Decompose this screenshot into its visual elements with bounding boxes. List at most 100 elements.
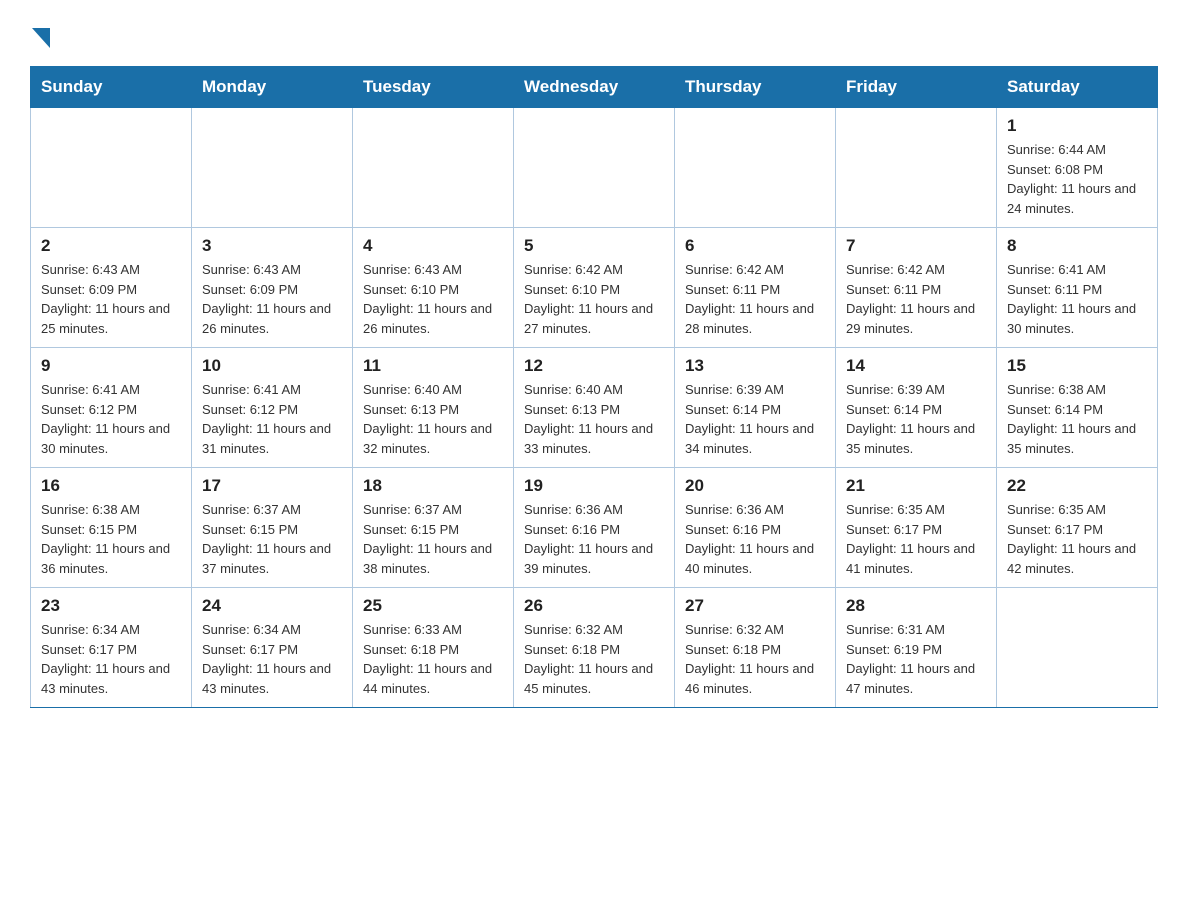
day-info: Sunrise: 6:34 AMSunset: 6:17 PMDaylight:… xyxy=(202,620,342,698)
calendar-cell: 3Sunrise: 6:43 AMSunset: 6:09 PMDaylight… xyxy=(192,228,353,348)
day-number: 16 xyxy=(41,476,181,496)
calendar-cell: 18 Sunrise: 6:37 AMSunset: 6:15 PMDayligh… xyxy=(353,468,514,588)
calendar-cell: 27 Sunrise: 6:32 AMSunset: 6:18 PMDayligh… xyxy=(675,588,836,708)
calendar-cell: 10Sunrise: 6:41 AMSunset: 6:12 PMDayligh… xyxy=(192,348,353,468)
calendar-cell: 1Sunrise: 6:44 AMSunset: 6:08 PMDaylight… xyxy=(997,108,1158,228)
day-number: 5 xyxy=(524,236,664,256)
day-header-monday: Monday xyxy=(192,67,353,108)
day-number: 27 xyxy=(685,596,825,616)
day-number: 11 xyxy=(363,356,503,376)
calendar-cell: 26 Sunrise: 6:32 AMSunset: 6:18 PMDayligh… xyxy=(514,588,675,708)
calendar-cell: 22 Sunrise: 6:35 AMSunset: 6:17 PMDayligh… xyxy=(997,468,1158,588)
calendar-cell xyxy=(31,108,192,228)
day-number: 18 xyxy=(363,476,503,496)
day-info: Sunrise: 6:42 AMSunset: 6:11 PMDaylight:… xyxy=(685,260,825,338)
day-info: Sunrise: 6:41 AMSunset: 6:11 PMDaylight:… xyxy=(1007,260,1147,338)
calendar-cell: 12 Sunrise: 6:40 AMSunset: 6:13 PMDayligh… xyxy=(514,348,675,468)
day-number: 9 xyxy=(41,356,181,376)
day-header-sunday: Sunday xyxy=(31,67,192,108)
week-row-3: 9 Sunrise: 6:41 AMSunset: 6:12 PMDaylight… xyxy=(31,348,1158,468)
day-info: Sunrise: 6:39 AMSunset: 6:14 PMDaylight:… xyxy=(685,380,825,458)
day-info: Sunrise: 6:37 AMSunset: 6:15 PMDaylight:… xyxy=(202,500,342,578)
day-number: 26 xyxy=(524,596,664,616)
day-info: Sunrise: 6:41 AMSunset: 6:12 PMDaylight:… xyxy=(202,380,342,458)
week-row-4: 16 Sunrise: 6:38 AMSunset: 6:15 PMDayligh… xyxy=(31,468,1158,588)
day-header-friday: Friday xyxy=(836,67,997,108)
logo-arrow-icon xyxy=(32,28,50,48)
week-row-5: 23 Sunrise: 6:34 AMSunset: 6:17 PMDayligh… xyxy=(31,588,1158,708)
day-info: Sunrise: 6:37 AMSunset: 6:15 PMDaylight:… xyxy=(363,500,503,578)
calendar-cell: 25 Sunrise: 6:33 AMSunset: 6:18 PMDayligh… xyxy=(353,588,514,708)
calendar-cell: 15 Sunrise: 6:38 AMSunset: 6:14 PMDayligh… xyxy=(997,348,1158,468)
calendar-header-row: SundayMondayTuesdayWednesdayThursdayFrid… xyxy=(31,67,1158,108)
week-row-1: 1Sunrise: 6:44 AMSunset: 6:08 PMDaylight… xyxy=(31,108,1158,228)
day-info: Sunrise: 6:44 AMSunset: 6:08 PMDaylight:… xyxy=(1007,140,1147,218)
day-number: 2 xyxy=(41,236,181,256)
day-number: 20 xyxy=(685,476,825,496)
calendar-cell: 20 Sunrise: 6:36 AMSunset: 6:16 PMDayligh… xyxy=(675,468,836,588)
calendar-cell: 9 Sunrise: 6:41 AMSunset: 6:12 PMDaylight… xyxy=(31,348,192,468)
day-header-saturday: Saturday xyxy=(997,67,1158,108)
day-number: 6 xyxy=(685,236,825,256)
week-row-2: 2 Sunrise: 6:43 AMSunset: 6:09 PMDaylight… xyxy=(31,228,1158,348)
day-number: 19 xyxy=(524,476,664,496)
day-info: Sunrise: 6:36 AMSunset: 6:16 PMDaylight:… xyxy=(524,500,664,578)
calendar-cell xyxy=(353,108,514,228)
calendar-cell: 6 Sunrise: 6:42 AMSunset: 6:11 PMDaylight… xyxy=(675,228,836,348)
day-info: Sunrise: 6:36 AMSunset: 6:16 PMDaylight:… xyxy=(685,500,825,578)
day-number: 25 xyxy=(363,596,503,616)
calendar-cell xyxy=(192,108,353,228)
day-info: Sunrise: 6:38 AMSunset: 6:14 PMDaylight:… xyxy=(1007,380,1147,458)
day-info: Sunrise: 6:43 AMSunset: 6:09 PMDaylight:… xyxy=(41,260,181,338)
day-info: Sunrise: 6:40 AMSunset: 6:13 PMDaylight:… xyxy=(524,380,664,458)
calendar-cell: 8 Sunrise: 6:41 AMSunset: 6:11 PMDaylight… xyxy=(997,228,1158,348)
day-header-wednesday: Wednesday xyxy=(514,67,675,108)
day-info: Sunrise: 6:32 AMSunset: 6:18 PMDaylight:… xyxy=(685,620,825,698)
calendar-cell: 14 Sunrise: 6:39 AMSunset: 6:14 PMDayligh… xyxy=(836,348,997,468)
calendar-cell: 23Sunrise: 6:34 AMSunset: 6:17 PMDayligh… xyxy=(31,588,192,708)
day-info: Sunrise: 6:43 AMSunset: 6:10 PMDaylight:… xyxy=(363,260,503,338)
day-number: 22 xyxy=(1007,476,1147,496)
calendar-cell: 24 Sunrise: 6:34 AMSunset: 6:17 PMDayligh… xyxy=(192,588,353,708)
day-info: Sunrise: 6:33 AMSunset: 6:18 PMDaylight:… xyxy=(363,620,503,698)
day-info: Sunrise: 6:39 AMSunset: 6:14 PMDaylight:… xyxy=(846,380,986,458)
day-number: 14 xyxy=(846,356,986,376)
day-number: 28 xyxy=(846,596,986,616)
day-info: Sunrise: 6:35 AMSunset: 6:17 PMDaylight:… xyxy=(846,500,986,578)
calendar-cell: 11 Sunrise: 6:40 AMSunset: 6:13 PMDayligh… xyxy=(353,348,514,468)
calendar-cell: 19 Sunrise: 6:36 AMSunset: 6:16 PMDayligh… xyxy=(514,468,675,588)
day-header-thursday: Thursday xyxy=(675,67,836,108)
calendar-cell: 4 Sunrise: 6:43 AMSunset: 6:10 PMDaylight… xyxy=(353,228,514,348)
day-number: 12 xyxy=(524,356,664,376)
calendar: SundayMondayTuesdayWednesdayThursdayFrid… xyxy=(30,66,1158,708)
day-info: Sunrise: 6:43 AMSunset: 6:09 PMDaylight:… xyxy=(202,260,342,338)
day-info: Sunrise: 6:40 AMSunset: 6:13 PMDaylight:… xyxy=(363,380,503,458)
day-number: 24 xyxy=(202,596,342,616)
day-header-tuesday: Tuesday xyxy=(353,67,514,108)
calendar-cell: 7Sunrise: 6:42 AMSunset: 6:11 PMDaylight… xyxy=(836,228,997,348)
day-info: Sunrise: 6:32 AMSunset: 6:18 PMDaylight:… xyxy=(524,620,664,698)
calendar-cell: 2 Sunrise: 6:43 AMSunset: 6:09 PMDaylight… xyxy=(31,228,192,348)
calendar-cell: 21 Sunrise: 6:35 AMSunset: 6:17 PMDayligh… xyxy=(836,468,997,588)
day-number: 15 xyxy=(1007,356,1147,376)
day-number: 23 xyxy=(41,596,181,616)
day-info: Sunrise: 6:38 AMSunset: 6:15 PMDaylight:… xyxy=(41,500,181,578)
calendar-cell: 16 Sunrise: 6:38 AMSunset: 6:15 PMDayligh… xyxy=(31,468,192,588)
calendar-cell xyxy=(514,108,675,228)
day-number: 13 xyxy=(685,356,825,376)
calendar-cell: 13 Sunrise: 6:39 AMSunset: 6:14 PMDayligh… xyxy=(675,348,836,468)
day-info: Sunrise: 6:31 AMSunset: 6:19 PMDaylight:… xyxy=(846,620,986,698)
calendar-cell: 28 Sunrise: 6:31 AMSunset: 6:19 PMDayligh… xyxy=(836,588,997,708)
logo xyxy=(30,20,50,46)
day-number: 4 xyxy=(363,236,503,256)
day-number: 21 xyxy=(846,476,986,496)
day-number: 17 xyxy=(202,476,342,496)
day-info: Sunrise: 6:41 AMSunset: 6:12 PMDaylight:… xyxy=(41,380,181,458)
calendar-cell xyxy=(836,108,997,228)
day-info: Sunrise: 6:35 AMSunset: 6:17 PMDaylight:… xyxy=(1007,500,1147,578)
calendar-cell: 5Sunrise: 6:42 AMSunset: 6:10 PMDaylight… xyxy=(514,228,675,348)
day-number: 8 xyxy=(1007,236,1147,256)
day-info: Sunrise: 6:42 AMSunset: 6:11 PMDaylight:… xyxy=(846,260,986,338)
page-header xyxy=(30,20,1158,46)
calendar-cell: 17 Sunrise: 6:37 AMSunset: 6:15 PMDayligh… xyxy=(192,468,353,588)
